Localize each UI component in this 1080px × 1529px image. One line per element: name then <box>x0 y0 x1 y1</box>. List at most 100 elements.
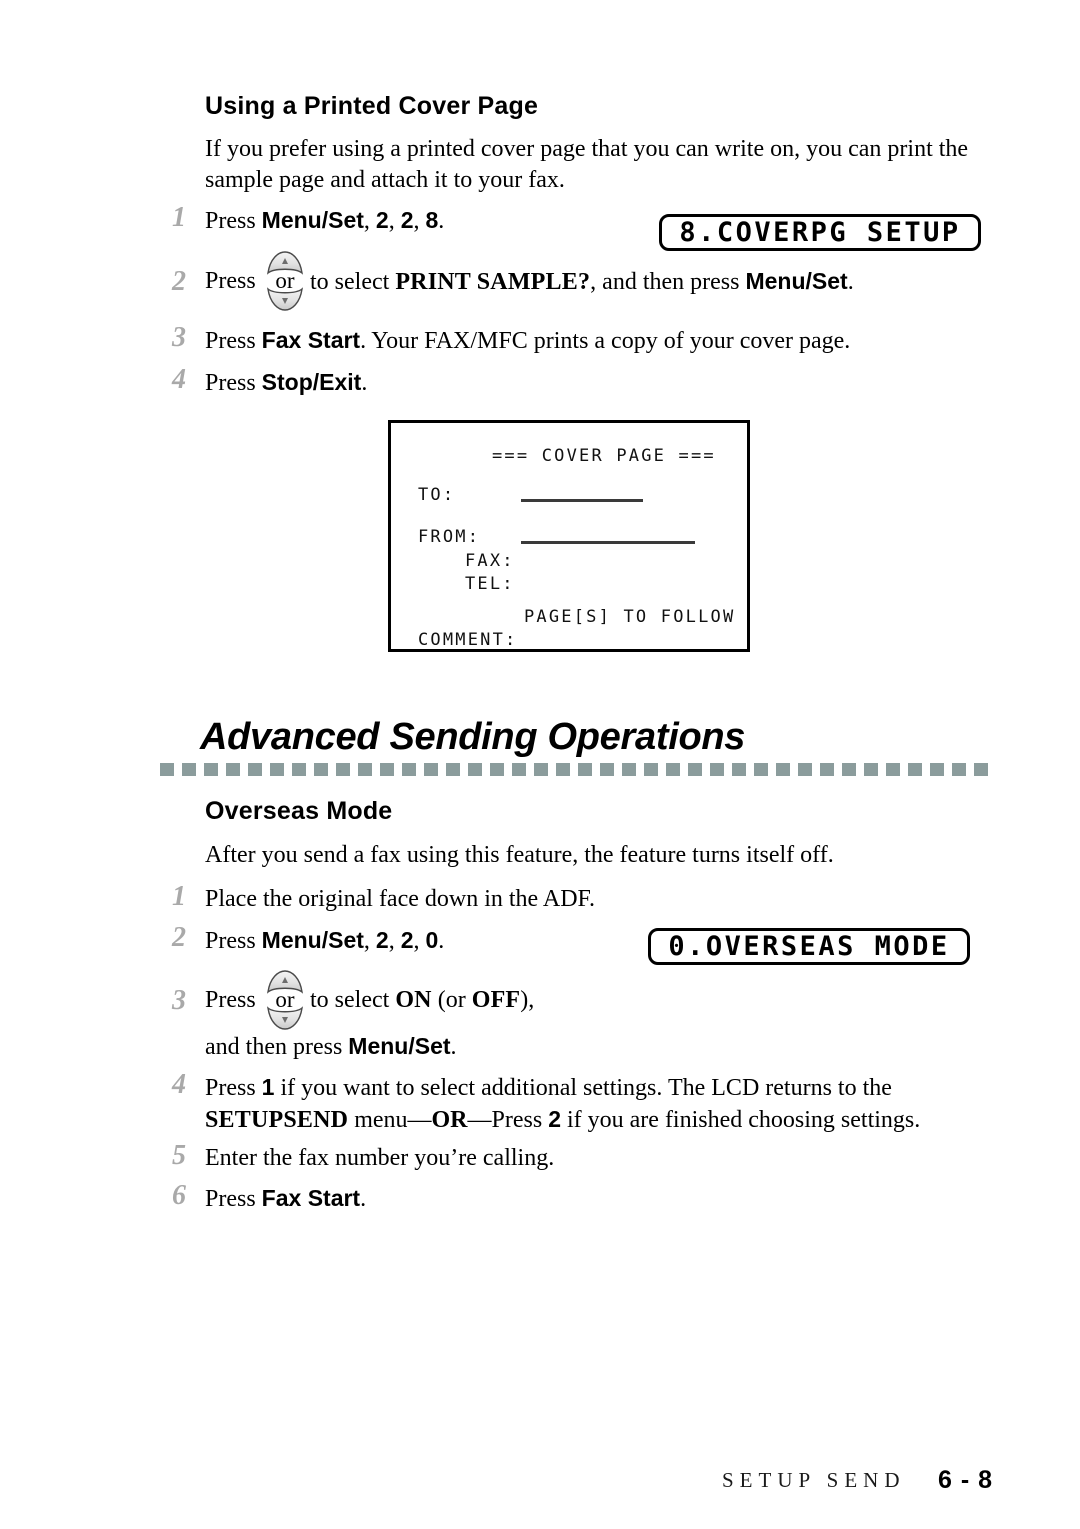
step-text-fragment: , <box>363 928 376 954</box>
step-number: 1 <box>172 202 186 233</box>
cover-sample-from-line <box>521 541 695 544</box>
key-label-menu-set: Menu/Set <box>745 268 848 294</box>
cover-sample-tel-label: TEL: <box>465 574 515 594</box>
cover-sample-from-label: FROM: <box>418 527 481 547</box>
step-text-fragment: to select <box>310 269 396 295</box>
key-label-digit: 0 <box>425 927 439 953</box>
step-number: 1 <box>172 881 186 912</box>
step-text-fragment: Press <box>205 370 262 396</box>
footer-section-label: SETUP SEND <box>722 1468 906 1492</box>
section-heading-advanced-sending-operations: Advanced Sending Operations <box>200 716 746 758</box>
cover-intro-paragraph: If you prefer using a printed cover page… <box>205 136 969 193</box>
step-text-fragment: , and then press <box>590 269 746 295</box>
step-text-overseas-4: Press 1 if you want to select additional… <box>205 1072 995 1136</box>
step-text-fragment: —Press <box>467 1107 549 1133</box>
footer-page-number: 6 - 8 <box>938 1466 994 1494</box>
lcd-display-coverpg-setup: 8.COVERPG SETUP <box>659 214 981 251</box>
step-text-fragment: Press <box>205 928 262 954</box>
step-number: 5 <box>172 1140 186 1171</box>
key-label-digit: 2 <box>375 927 389 953</box>
step-text-cover-3: Press Fax Start. Your FAX/MFC prints a c… <box>205 325 995 357</box>
key-label-digit: 2 <box>400 927 414 953</box>
key-label-digit: 2 <box>375 207 389 233</box>
lcd-text: 0.OVERSEAS MODE <box>668 931 950 962</box>
step-text-fragment: , <box>413 928 426 954</box>
step-text-overseas-3-cont: to select ON (or OFF), <box>310 985 910 1016</box>
page-title-overseas-mode: Overseas Mode <box>205 797 393 825</box>
step-text-fragment: Press <box>205 987 256 1013</box>
cover-sample-to-line <box>521 499 643 502</box>
section-divider-rule <box>160 763 989 776</box>
step-text-fragment: . <box>450 1034 457 1060</box>
step-text-cover-2-cont: to select PRINT SAMPLE?, and then press … <box>310 266 1000 298</box>
step-number: 3 <box>172 985 186 1016</box>
step-number: 3 <box>172 322 186 353</box>
cover-page-sample-diagram: === COVER PAGE === TO: FROM: FAX: TEL: P… <box>388 420 750 652</box>
up-down-arrow-key-icon: or <box>262 250 308 312</box>
step-number: 6 <box>172 1180 186 1211</box>
step-text-overseas-2: Press Menu/Set, 2, 2, 0. <box>205 925 635 957</box>
step-number: 2 <box>172 266 186 297</box>
step-text-fragment: if you want to select additional setting… <box>274 1075 892 1101</box>
step-text-fragment: Press <box>205 1186 262 1212</box>
step-text-fragment: to select <box>310 987 396 1013</box>
cover-sample-fax-label: FAX: <box>465 551 515 571</box>
manual-page: Using a Printed Cover Page If you prefer… <box>0 0 1080 1529</box>
step-text-fragment: if you are finished choosing settings. <box>560 1107 921 1133</box>
step-number: 4 <box>172 1069 186 1100</box>
step-text-fragment: . <box>438 928 445 954</box>
lcd-text: 8.COVERPG SETUP <box>679 217 961 248</box>
step-text-fragment: . Your FAX/MFC prints a copy of your cov… <box>360 328 851 354</box>
up-down-arrow-key-icon: or <box>262 969 308 1031</box>
cover-sample-title: === COVER PAGE === <box>492 446 716 466</box>
lcd-option-print-sample: PRINT SAMPLE? <box>395 269 591 295</box>
step-text-fragment: , <box>413 208 426 234</box>
step-text-overseas-5: Enter the fax number you’re calling. <box>205 1145 555 1171</box>
page-title-using-printed-cover-page: Using a Printed Cover Page <box>205 92 539 120</box>
or-label: or <box>275 987 295 1012</box>
step-text-fragment: , <box>363 208 376 234</box>
step-text-fragment: and then press <box>205 1034 349 1060</box>
key-label-digit: 8 <box>425 207 439 233</box>
key-label-fax-start: Fax Start <box>261 327 361 353</box>
step-text-fragment: . <box>438 208 445 234</box>
key-label-digit: 2 <box>400 207 414 233</box>
step-text-fragment: Press <box>205 208 262 234</box>
step-text-cover-4: Press Stop/Exit. <box>205 367 995 399</box>
key-label-digit: 1 <box>261 1074 275 1100</box>
step-text-fragment: menu— <box>348 1107 432 1133</box>
step-text-overseas-1: Place the original face down in the ADF. <box>205 886 595 912</box>
lcd-display-overseas-mode: 0.OVERSEAS MODE <box>648 928 970 965</box>
cover-sample-comment-label: COMMENT: <box>418 630 518 650</box>
step-text-overseas-6: Press Fax Start. <box>205 1183 995 1215</box>
key-label-menu-set: Menu/Set <box>348 1033 451 1059</box>
key-label-stop-exit: Stop/Exit <box>261 369 362 395</box>
lcd-menu-setup: SETUP <box>205 1107 284 1133</box>
step-number: 4 <box>172 364 186 395</box>
step-text-fragment: Press <box>205 268 256 294</box>
key-label-menu-set: Menu/Set <box>261 927 364 953</box>
cover-sample-to-label: TO: <box>418 485 456 505</box>
or-label: or <box>275 268 295 293</box>
step-text-fragment: Press <box>205 1075 262 1101</box>
step-text-fragment: . <box>360 1186 367 1212</box>
key-label-menu-set: Menu/Set <box>261 207 364 233</box>
step-text-fragment: , <box>388 208 401 234</box>
step-number: 2 <box>172 922 186 953</box>
emphasis-or: OR <box>431 1107 468 1133</box>
step-text-fragment: . <box>847 269 854 295</box>
step-text-fragment: (or <box>431 987 472 1013</box>
step-text-fragment: , <box>388 928 401 954</box>
key-label-digit: 2 <box>548 1106 561 1132</box>
cover-sample-pages-to-follow: PAGE[S] TO FOLLOW <box>524 607 736 627</box>
step-text-fragment: . <box>361 370 368 396</box>
lcd-menu-send: SEND <box>283 1107 349 1133</box>
overseas-intro-paragraph: After you send a fax using this feature,… <box>205 842 834 868</box>
lcd-option-off: OFF <box>471 987 521 1013</box>
step-text-cover-1: Press Menu/Set, 2, 2, 8. <box>205 205 635 237</box>
step-text-fragment: ), <box>520 987 535 1013</box>
lcd-option-on: ON <box>395 987 432 1013</box>
step-text-overseas-3-line2: and then press Menu/Set. <box>205 1031 805 1063</box>
key-label-fax-start: Fax Start <box>261 1185 361 1211</box>
step-text-fragment: Press <box>205 328 262 354</box>
